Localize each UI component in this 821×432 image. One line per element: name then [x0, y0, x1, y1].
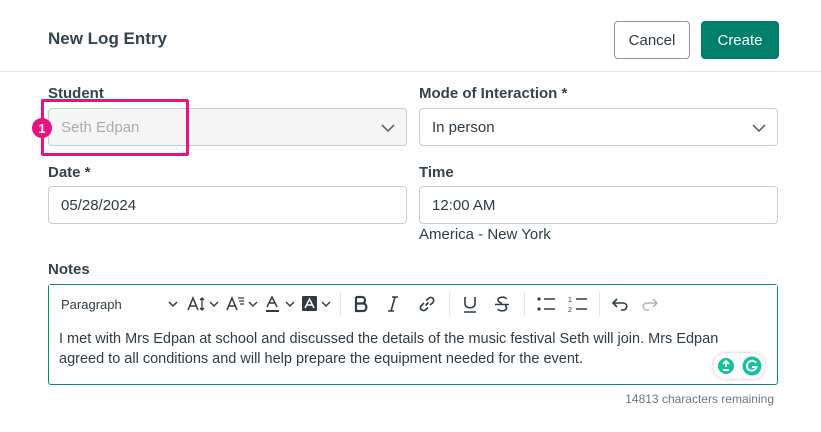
notes-label: Notes [48, 261, 90, 278]
modal-header: New Log Entry Cancel Create [0, 0, 821, 72]
strikethrough-icon [495, 296, 509, 312]
mode-value: In person [432, 118, 495, 136]
text-color-icon [266, 295, 295, 312]
font-size-button[interactable] [185, 291, 223, 317]
toolbar-divider [449, 292, 450, 316]
highlight-color-button[interactable] [299, 291, 335, 317]
time-label: Time [419, 164, 454, 181]
bullet-list-icon [537, 297, 555, 311]
lightbulb-icon[interactable] [717, 357, 735, 375]
paragraph-style-select[interactable]: Paragraph [49, 291, 185, 317]
link-icon [419, 296, 435, 312]
undo-icon [611, 298, 628, 311]
date-value: 05/28/2024 [61, 196, 137, 214]
annotation-highlight-box [41, 99, 189, 156]
underline-icon [464, 297, 476, 313]
numbered-list-button[interactable]: 12 [562, 291, 594, 317]
mode-label: Mode of Interaction * [419, 85, 568, 102]
toolbar-divider [599, 292, 600, 316]
link-button[interactable] [410, 291, 444, 317]
paragraph-style-value: Paragraph [61, 296, 122, 312]
characters-remaining: 14813 characters remaining [625, 392, 774, 406]
svg-text:1: 1 [568, 297, 572, 304]
highlight-color-icon [302, 296, 331, 311]
bullet-list-button[interactable] [530, 291, 562, 317]
numbered-list-icon: 12 [568, 297, 587, 313]
bold-button[interactable] [346, 291, 376, 317]
date-input[interactable]: 05/28/2024 [48, 186, 407, 224]
page-title: New Log Entry [48, 29, 168, 48]
mode-select[interactable]: In person [419, 108, 778, 146]
chevron-down-icon [168, 301, 178, 308]
editor-toolbar: Paragraph 1 2 [49, 285, 777, 323]
font-size-icon [187, 296, 219, 311]
strikethrough-button[interactable] [485, 291, 519, 317]
annotation-badge: 1 [32, 118, 52, 138]
time-input[interactable]: 12:00 AM [419, 186, 778, 224]
redo-button[interactable] [635, 291, 665, 317]
chevron-down-icon [752, 124, 766, 133]
chevron-down-icon [381, 124, 395, 133]
svg-text:2: 2 [568, 307, 572, 313]
notes-text[interactable]: I met with Mrs Edpan at school and discu… [59, 329, 759, 369]
text-format-button[interactable] [223, 291, 263, 317]
toolbar-divider [524, 292, 525, 316]
text-format-icon [226, 296, 258, 311]
notes-editor[interactable]: Paragraph 1 2 I met with Mrs Edpan at sc… [48, 284, 778, 385]
italic-button[interactable] [376, 291, 410, 317]
create-button[interactable]: Create [701, 21, 779, 59]
italic-icon [388, 296, 398, 312]
timezone-text: America - New York [419, 226, 551, 243]
cancel-button[interactable]: Cancel [614, 21, 690, 59]
toolbar-divider [340, 292, 341, 316]
underline-button[interactable] [455, 291, 485, 317]
grammarly-icon[interactable] [742, 356, 762, 376]
text-color-button[interactable] [263, 291, 299, 317]
date-label: Date * [48, 164, 91, 181]
undo-button[interactable] [605, 291, 635, 317]
grammarly-widget[interactable] [713, 353, 765, 379]
bold-icon [354, 295, 368, 313]
time-value: 12:00 AM [432, 196, 496, 214]
redo-icon [642, 298, 659, 311]
